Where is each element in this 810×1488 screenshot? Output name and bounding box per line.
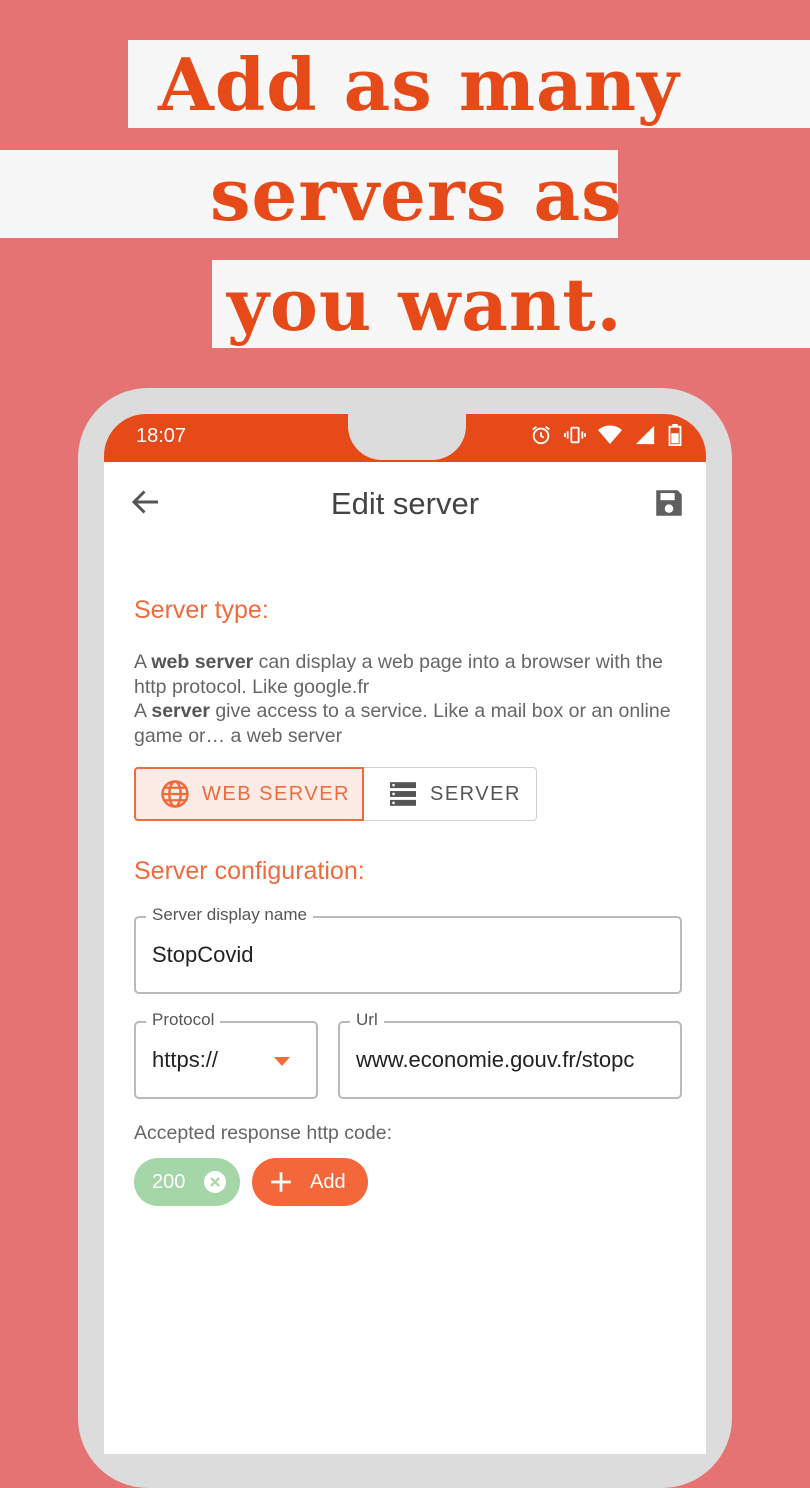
headline-line-2: servers as bbox=[0, 150, 622, 238]
app-bar: Edit server bbox=[104, 462, 706, 546]
accepted-codes-label: Accepted response http code: bbox=[134, 1122, 393, 1144]
wifi-icon bbox=[598, 425, 622, 444]
desc1-bold: web server bbox=[151, 651, 254, 673]
server-rack-icon bbox=[390, 782, 416, 806]
status-time: 18:07 bbox=[136, 425, 187, 447]
plus-icon bbox=[271, 1172, 291, 1192]
alarm-icon bbox=[532, 426, 550, 445]
server-config-title: Server configuration: bbox=[134, 857, 365, 885]
server-button[interactable]: SERVER bbox=[364, 767, 537, 821]
protocol-label: Protocol bbox=[146, 1010, 221, 1030]
dropdown-arrow-icon[interactable] bbox=[274, 1057, 290, 1066]
web-server-button[interactable]: WEB SERVER bbox=[134, 767, 364, 821]
phone-notch bbox=[348, 414, 466, 460]
desc2-pre: A bbox=[134, 700, 152, 722]
status-icons bbox=[530, 424, 682, 446]
display-name-field[interactable]: Server display name StopCovid bbox=[134, 905, 682, 994]
remove-chip-icon[interactable] bbox=[204, 1171, 226, 1193]
server-label: SERVER bbox=[430, 782, 521, 805]
headline-line-3-text: you want. bbox=[227, 262, 623, 347]
server-type-toggle: WEB SERVER SERVER bbox=[134, 767, 537, 821]
add-code-label: Add bbox=[310, 1170, 346, 1193]
desc2-post: give access to a service. Like a mail bo… bbox=[134, 700, 671, 747]
headline-line-3: you want. bbox=[212, 260, 810, 348]
headline-line-1: Add as many bbox=[128, 40, 810, 128]
status-bar: 18:07 bbox=[104, 414, 706, 462]
protocol-select[interactable]: Protocol https:// bbox=[134, 1010, 318, 1099]
server-type-description: A web server can display a web page into… bbox=[134, 650, 684, 748]
headline-line-1-text: Add as many bbox=[158, 42, 680, 127]
save-icon[interactable] bbox=[652, 486, 686, 520]
display-name-value: StopCovid bbox=[152, 942, 254, 967]
desc2-bold: server bbox=[151, 700, 210, 722]
headline-line-2-text: servers as bbox=[210, 152, 623, 237]
page-title: Edit server bbox=[330, 486, 480, 521]
url-value: www.economie.gouv.fr/stopc bbox=[356, 1047, 635, 1072]
desc1-pre: A bbox=[134, 651, 152, 673]
phone-screen: 18:07 Edit server Server type: A web ser… bbox=[104, 414, 706, 1454]
add-code-button[interactable]: Add bbox=[252, 1158, 368, 1206]
protocol-value: https:// bbox=[152, 1047, 219, 1072]
display-name-label: Server display name bbox=[146, 905, 313, 925]
code-chip-label: 200 bbox=[152, 1170, 186, 1193]
url-field[interactable]: Url www.economie.gouv.fr/stopc bbox=[338, 1010, 682, 1099]
battery-icon bbox=[668, 424, 682, 446]
vibrate-icon bbox=[564, 426, 586, 444]
web-server-label: WEB SERVER bbox=[202, 782, 350, 805]
signal-icon bbox=[635, 425, 655, 445]
globe-icon bbox=[161, 780, 189, 808]
code-chip[interactable]: 200 bbox=[134, 1158, 240, 1206]
server-type-title: Server type: bbox=[134, 596, 269, 624]
